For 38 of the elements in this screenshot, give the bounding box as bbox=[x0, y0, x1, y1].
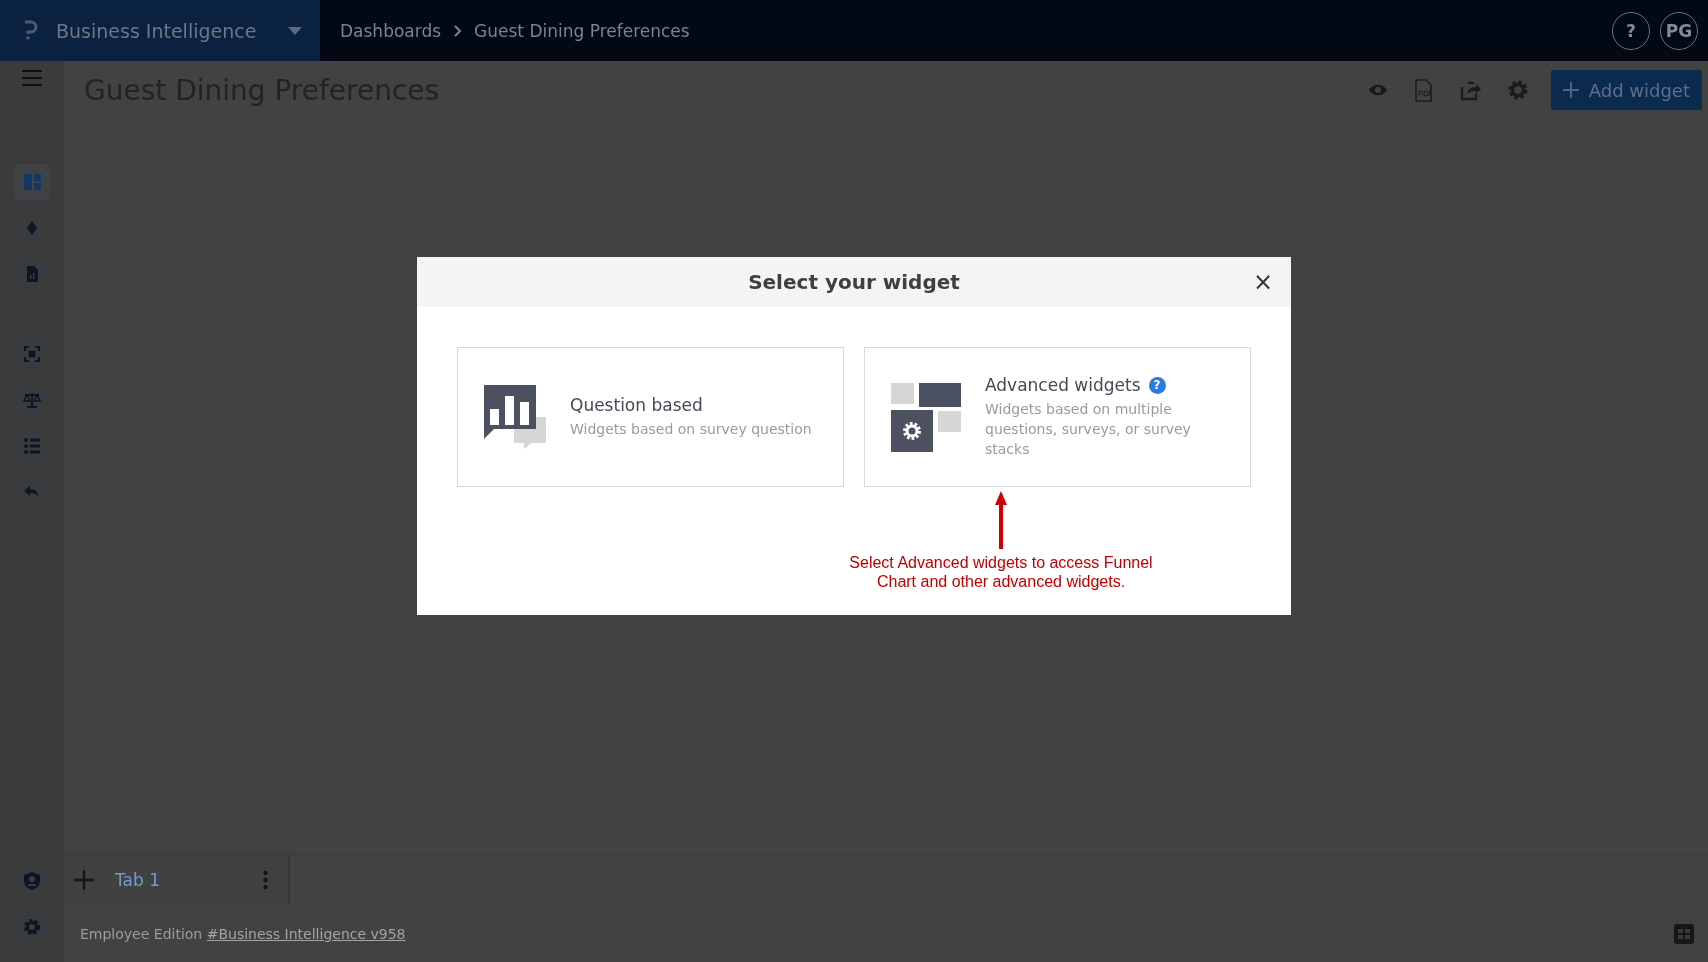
close-button[interactable]: × bbox=[1248, 269, 1277, 295]
menu-icon[interactable] bbox=[22, 69, 42, 87]
caret-icon[interactable] bbox=[288, 26, 302, 35]
settings-icon bbox=[22, 917, 42, 937]
plus-icon bbox=[1562, 82, 1579, 98]
user-shield-icon bbox=[22, 871, 42, 891]
version-link[interactable]: #Business Intelligence v958 bbox=[206, 925, 406, 942]
chart-bubble-icon bbox=[484, 385, 546, 449]
focus-icon bbox=[22, 344, 42, 364]
option-description: Widgets based on survey question bbox=[570, 420, 812, 439]
settings-icon[interactable] bbox=[1506, 79, 1529, 101]
scale-icon bbox=[22, 390, 42, 410]
breadcrumb: Guest Dining Preferences bbox=[474, 20, 690, 41]
edition-text: Employee Edition #Business Intelligence v958 bbox=[80, 925, 406, 942]
option-title: Advanced widgets bbox=[985, 375, 1141, 395]
eye-icon[interactable] bbox=[1367, 83, 1388, 97]
breadcrumb[interactable]: Dashboards bbox=[340, 20, 442, 41]
dialog-title: Select your widget bbox=[748, 270, 960, 294]
more-icon[interactable] bbox=[263, 870, 268, 890]
option-title: Question based bbox=[570, 395, 703, 415]
logo-icon bbox=[22, 19, 38, 42]
chevron-icon bbox=[453, 24, 463, 37]
grid-icon[interactable] bbox=[1674, 923, 1694, 944]
annotation-note: Select Advanced widgets to access Funnel Chart and other advanced widgets. bbox=[848, 553, 1154, 591]
widget-option-card[interactable]: Advanced widgets ? Widgets based on multiple questions, surveys, or survey stacks bbox=[864, 347, 1251, 487]
up-arrow bbox=[995, 491, 1007, 549]
tab-label: Tab 1 bbox=[115, 870, 160, 890]
sidebar-button[interactable] bbox=[14, 164, 50, 200]
share-icon[interactable] bbox=[1458, 79, 1481, 101]
pdf-icon[interactable] bbox=[1413, 78, 1433, 102]
help-icon[interactable]: ? bbox=[1148, 376, 1166, 394]
widget-tiles-icon bbox=[891, 382, 961, 452]
add-widget-button[interactable]: Add widget bbox=[1550, 70, 1702, 110]
plus-icon[interactable] bbox=[74, 870, 94, 890]
dashboard-icon bbox=[22, 172, 42, 192]
list-icon bbox=[22, 436, 42, 456]
option-description: Widgets based on multiple questions, surveys, or survey stacks bbox=[985, 400, 1192, 459]
widget-option-card[interactable]: Question based Widgets based on survey question bbox=[457, 347, 844, 487]
